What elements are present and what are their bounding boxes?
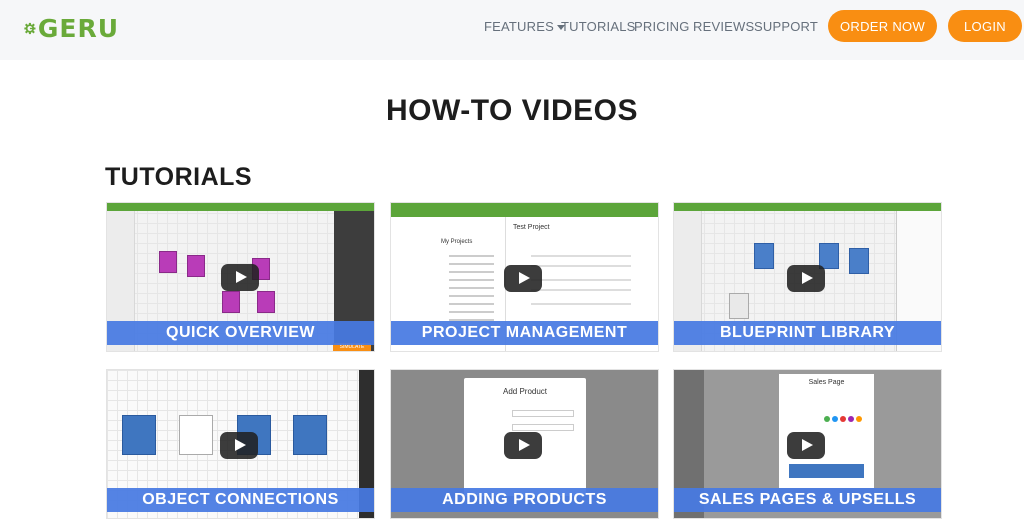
order-now-button[interactable]: ORDER NOW (828, 10, 937, 42)
video-card-blueprint-library[interactable]: BLUEPRINT LIBRARY (673, 202, 942, 352)
nav-support[interactable]: SUPPORT (754, 19, 818, 34)
thumb-project-list (449, 255, 494, 257)
video-caption: ADDING PRODUCTS (391, 488, 658, 512)
site-header: GERU FEATURES TUTORIALS PRICING REVIEWS … (0, 0, 1024, 60)
app-toolbar (107, 203, 374, 211)
thumb-node (257, 291, 275, 313)
video-card-object-connections[interactable]: OBJECT CONNECTIONS (106, 369, 375, 519)
thumb-node (179, 415, 213, 455)
video-caption: BLUEPRINT LIBRARY (674, 321, 941, 345)
video-card-quick-overview[interactable]: SIMULATE QUICK OVERVIEW (106, 202, 375, 352)
video-card-adding-products[interactable]: Add Product ADDING PRODUCTS (390, 369, 659, 519)
play-button-icon[interactable] (787, 432, 825, 459)
thumb-color-swatches (824, 416, 830, 422)
thumb-my-projects: My Projects (441, 239, 473, 245)
play-button-icon[interactable] (220, 432, 258, 459)
nav-features-label: FEATURES (484, 19, 554, 34)
thumb-activity (531, 255, 631, 257)
logo-text: GERU (37, 13, 119, 43)
nav-reviews[interactable]: REVIEWS (693, 19, 754, 34)
thumb-node (849, 248, 869, 274)
play-button-icon[interactable] (504, 432, 542, 459)
video-card-project-management[interactable]: My Projects Test Project PROJECT MANAGEM… (390, 202, 659, 352)
play-button-icon[interactable] (504, 265, 542, 292)
gear-logo-icon (24, 22, 36, 34)
thumb-node (819, 243, 839, 269)
thumb-modal: Sales Page (779, 374, 874, 488)
video-caption: QUICK OVERVIEW (107, 321, 374, 345)
video-caption: SALES PAGES & UPSELLS (674, 488, 941, 512)
thumb-add-product: Add Product (502, 387, 548, 396)
video-caption: PROJECT MANAGEMENT (391, 321, 658, 345)
thumb-node (222, 291, 240, 313)
page-title: HOW-TO VIDEOS (385, 94, 639, 127)
thumb-blocks (789, 464, 864, 478)
thumb-node (729, 293, 749, 319)
play-button-icon[interactable] (221, 264, 259, 291)
login-button[interactable]: LOGIN (948, 10, 1022, 42)
play-button-icon[interactable] (787, 265, 825, 292)
video-card-sales-pages-upsells[interactable]: Sales Page SALES PAGES & UPSELLS (673, 369, 942, 519)
geru-logo[interactable]: GERU (24, 11, 119, 45)
thumb-node (187, 255, 205, 277)
section-title: TUTORIALS (105, 163, 253, 191)
thumb-fields (512, 410, 574, 417)
app-toolbar (674, 203, 941, 211)
nav-pricing[interactable]: PRICING (634, 19, 690, 34)
thumb-node (293, 415, 327, 455)
thumb-sales-page: Sales Page (808, 379, 845, 386)
thumb-test-project: Test Project (513, 224, 550, 231)
thumb-node (159, 251, 177, 273)
app-toolbar (391, 203, 658, 217)
thumb-node (754, 243, 774, 269)
nav-features[interactable]: FEATURES (484, 19, 565, 34)
video-caption: OBJECT CONNECTIONS (107, 488, 374, 512)
thumb-node (122, 415, 156, 455)
nav-tutorials[interactable]: TUTORIALS (561, 19, 636, 34)
